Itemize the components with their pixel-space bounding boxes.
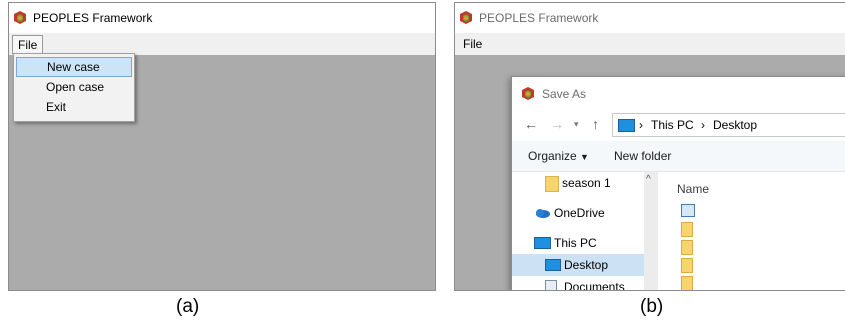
- new-folder-button[interactable]: New folder: [614, 149, 671, 163]
- window-title: PEOPLES Framework: [33, 11, 153, 25]
- tree-item-this-pc[interactable]: This PC: [512, 232, 644, 254]
- app-logo-icon: [14, 11, 26, 24]
- title-bar: PEOPLES Framework: [455, 3, 845, 32]
- tree-item-desktop[interactable]: Desktop: [512, 254, 644, 276]
- menu-item-exit[interactable]: Exit: [16, 97, 132, 117]
- tree-item-label: OneDrive: [554, 206, 605, 220]
- dialog-title: Save As: [542, 87, 587, 101]
- breadcrumb-separator-icon: ›: [639, 118, 643, 132]
- address-bar[interactable]: › This PC › Desktop: [612, 113, 845, 137]
- tree-scrollbar[interactable]: ^: [644, 172, 658, 290]
- documents-icon: [545, 280, 557, 290]
- recent-chevron-icon[interactable]: ▾: [574, 119, 579, 130]
- save-as-dialog: Save As ← → ▾ ↑ › This PC › Desktop Orga…: [511, 76, 845, 291]
- menu-item-open-case[interactable]: Open case: [16, 77, 132, 97]
- folder-icon[interactable]: [681, 240, 693, 255]
- menu-bar: File: [455, 33, 845, 55]
- tree-item-label: season 1: [562, 176, 611, 190]
- breadcrumb-this-pc[interactable]: This PC: [651, 118, 694, 132]
- title-bar: PEOPLES Framework: [9, 3, 435, 32]
- up-arrow-icon[interactable]: ↑: [592, 116, 599, 132]
- organize-button[interactable]: Organize ▼: [528, 149, 589, 163]
- dropdown-arrow-icon: ▼: [580, 152, 589, 162]
- caption-a: (a): [176, 296, 200, 317]
- folder-icon[interactable]: [681, 258, 693, 273]
- tree-item-season-1[interactable]: season 1: [512, 172, 644, 194]
- forward-arrow-icon[interactable]: →: [550, 116, 564, 132]
- folder-icon: [545, 176, 559, 192]
- menu-item-new-case[interactable]: New case: [16, 57, 132, 77]
- this-pc-icon: [618, 119, 635, 132]
- desktop-icon: [545, 259, 561, 271]
- tree-item-onedrive[interactable]: OneDrive: [512, 202, 644, 224]
- computer-icon: [534, 237, 551, 249]
- back-arrow-icon[interactable]: ←: [524, 116, 538, 132]
- tree-item-label: Desktop: [564, 258, 609, 272]
- breadcrumb-separator-icon: ›: [701, 118, 705, 132]
- file-list: Name: [661, 172, 845, 290]
- file-dropdown-menu: New case Open case Exit: [13, 53, 135, 122]
- navigation-row: ← → ▾ ↑ › This PC › Desktop: [512, 110, 845, 140]
- app-window-a: PEOPLES Framework File New case Open cas…: [8, 2, 436, 291]
- menu-bar: File: [9, 33, 435, 55]
- tree-item-label: This PC: [554, 236, 597, 250]
- menu-file[interactable]: File: [12, 35, 44, 54]
- window-title: PEOPLES Framework: [479, 11, 599, 25]
- organize-label: Organize: [528, 149, 577, 163]
- app-logo-icon: [522, 87, 534, 100]
- caption-b: (b): [640, 296, 664, 317]
- folder-icon[interactable]: [681, 276, 693, 290]
- app-logo-icon: [460, 11, 472, 24]
- shortcut-icon[interactable]: [681, 204, 695, 217]
- breadcrumb-desktop[interactable]: Desktop: [713, 118, 757, 132]
- column-header-name[interactable]: Name: [677, 182, 709, 196]
- tree-item-documents[interactable]: Documents: [512, 276, 644, 291]
- command-bar: Organize ▼ New folder: [512, 141, 845, 172]
- tree-item-label: Documents: [564, 280, 625, 291]
- scroll-up-arrow-icon[interactable]: ^: [646, 174, 651, 185]
- navigation-tree: season 1 OneDrive This PC Desktop Docume…: [512, 172, 660, 291]
- cloud-icon: [536, 209, 550, 218]
- folder-icon[interactable]: [681, 222, 693, 237]
- menu-file[interactable]: File: [458, 35, 487, 53]
- app-window-b: PEOPLES Framework File Save As ← → ▾ ↑ ›…: [454, 2, 845, 291]
